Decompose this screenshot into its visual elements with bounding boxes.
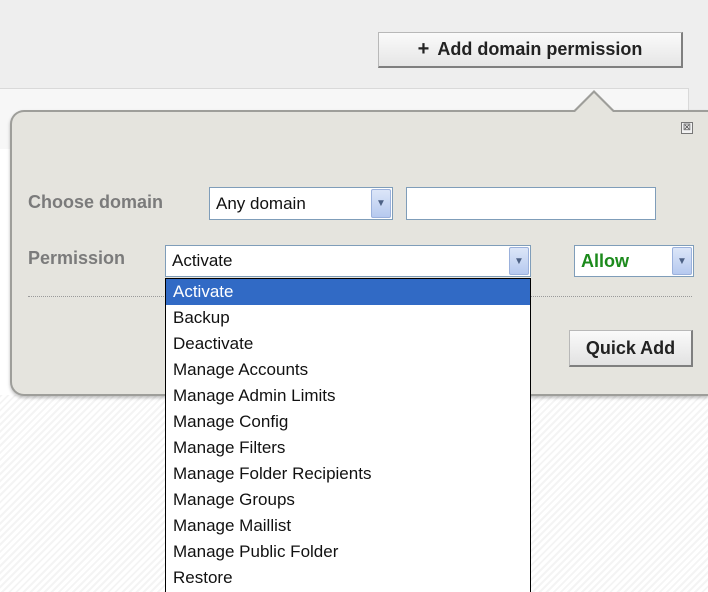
permission-option[interactable]: Deactivate <box>166 331 530 357</box>
permission-option[interactable]: Manage Maillist <box>166 513 530 539</box>
permission-option[interactable]: Manage Folder Recipients <box>166 461 530 487</box>
permission-select[interactable]: Activate ▼ <box>165 245 531 277</box>
permission-option[interactable]: Backup <box>166 305 530 331</box>
access-select-value: Allow <box>581 250 629 271</box>
domain-select[interactable]: Any domain ▼ <box>209 187 393 220</box>
plus-icon: + <box>417 38 430 60</box>
chevron-down-icon[interactable]: ▼ <box>672 247 692 275</box>
permission-option[interactable]: Activate <box>166 279 530 305</box>
permission-option[interactable]: Manage Accounts <box>166 357 530 383</box>
add-domain-permission-label: Add domain permission <box>437 39 643 59</box>
permission-option[interactable]: Manage Admin Limits <box>166 383 530 409</box>
permission-option[interactable]: Manage Filters <box>166 435 530 461</box>
choose-domain-label: Choose domain <box>28 192 164 212</box>
permission-option[interactable]: Manage Public Folder <box>166 539 530 565</box>
chevron-down-icon[interactable]: ▼ <box>371 189 391 218</box>
chevron-down-icon[interactable]: ▼ <box>509 247 529 275</box>
permission-option[interactable]: Manage Config <box>166 409 530 435</box>
popup-pointer-fill <box>574 93 614 113</box>
permission-select-value: Activate <box>172 251 233 270</box>
permission-option[interactable]: Manage Groups <box>166 487 530 513</box>
permission-dropdown-list: Activate Backup Deactivate Manage Accounts M… <box>165 278 531 592</box>
domain-text-input[interactable] <box>406 187 656 220</box>
access-select[interactable]: Allow ▼ <box>574 245 694 277</box>
quick-add-button[interactable]: Quick Add <box>569 330 693 367</box>
domain-select-value: Any domain <box>216 193 306 213</box>
add-domain-permission-button[interactable]: + Add domain permission <box>378 32 683 68</box>
permission-option[interactable]: Restore <box>166 565 530 591</box>
permission-label: Permission <box>28 248 126 268</box>
close-icon[interactable]: ⊠ <box>681 122 693 134</box>
